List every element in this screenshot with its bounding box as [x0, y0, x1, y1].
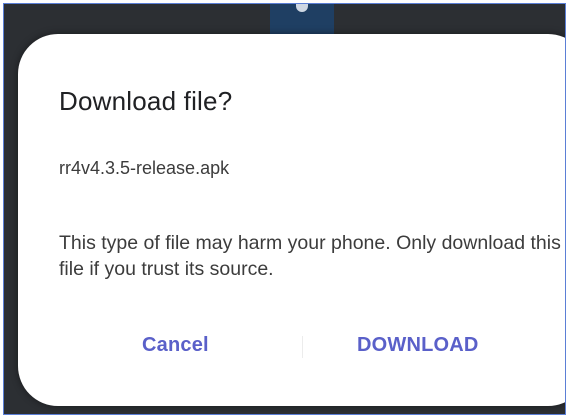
cancel-button[interactable]: Cancel — [142, 334, 209, 357]
backdrop-notch-icon — [296, 4, 308, 12]
download-button[interactable]: DOWNLOAD — [357, 334, 479, 357]
button-divider — [302, 336, 303, 358]
dialog-title: Download file? — [59, 86, 233, 116]
download-dialog: Download file? rr4v4.3.5-release.apk Thi… — [18, 34, 565, 406]
warning-message: This type of file may harm your phone. O… — [59, 232, 561, 280]
file-name: rr4v4.3.5-release.apk — [59, 158, 230, 178]
backdrop-status-bar — [270, 4, 334, 34]
screen-backdrop: Download file? rr4v4.3.5-release.apk Thi… — [3, 3, 566, 415]
